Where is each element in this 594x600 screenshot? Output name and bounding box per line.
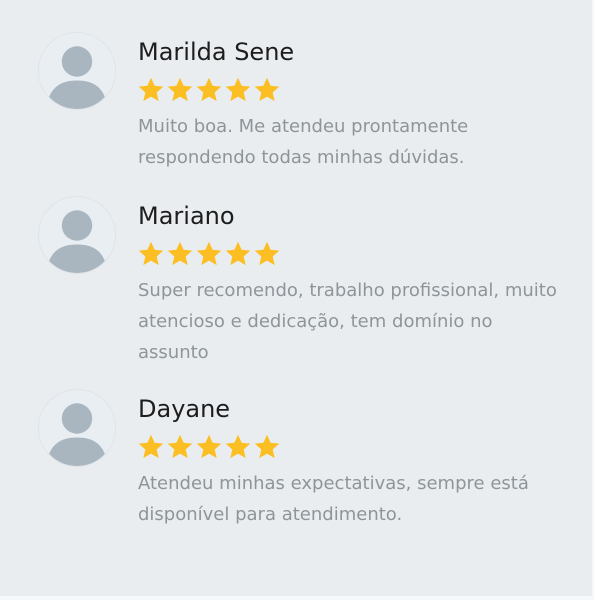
review-comment: Super recomendo, trabalho profissional, … xyxy=(138,280,557,363)
user-avatar-icon xyxy=(38,196,116,274)
reviewer-name: Marilda Sene xyxy=(138,38,295,66)
reviews-panel: Marilda Sene Muito boa. Me atendeu pront… xyxy=(0,0,594,600)
star-icon xyxy=(167,434,193,459)
star-icon xyxy=(254,241,280,266)
review-item: Mariano Super recomendo, trabalho profis… xyxy=(38,196,578,366)
star-icon xyxy=(225,241,251,266)
review-item: Marilda Sene Muito boa. Me atendeu pront… xyxy=(38,32,578,172)
star-icon xyxy=(196,241,222,266)
star-icon xyxy=(138,241,164,266)
star-icon xyxy=(167,241,193,266)
star-icon xyxy=(196,77,222,102)
user-avatar-icon xyxy=(38,32,116,110)
star-icon xyxy=(225,434,251,459)
user-avatar-icon xyxy=(38,389,116,467)
review-comment: Atendeu minhas expectativas, sempre está… xyxy=(138,473,529,525)
star-icon xyxy=(138,77,164,102)
star-icon xyxy=(138,434,164,459)
reviewer-name: Mariano xyxy=(138,202,235,230)
star-icon xyxy=(254,434,280,459)
star-icon xyxy=(167,77,193,102)
star-icon xyxy=(225,77,251,102)
star-rating xyxy=(137,240,281,268)
star-icon xyxy=(254,77,280,102)
review-comment: Muito boa. Me atendeu prontamente respon… xyxy=(138,116,469,168)
star-rating xyxy=(137,76,281,104)
reviewer-name: Dayane xyxy=(138,395,231,423)
review-item: Dayane Atendeu minhas expectativas, semp… xyxy=(38,389,578,529)
star-rating xyxy=(137,433,281,461)
star-icon xyxy=(196,434,222,459)
